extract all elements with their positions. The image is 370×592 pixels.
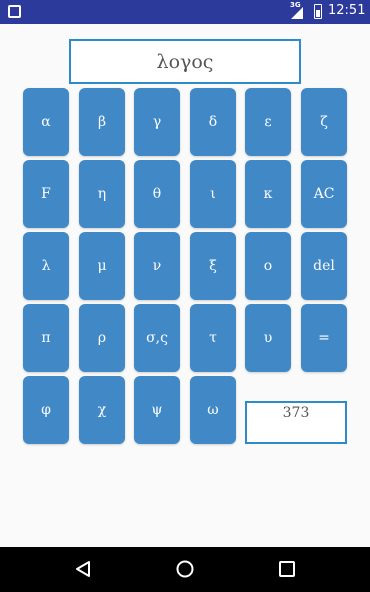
app-notification-icon <box>8 5 21 18</box>
key-iota[interactable]: ι <box>190 160 236 228</box>
key-omicron[interactable]: ο <box>245 232 291 300</box>
battery-icon <box>314 4 322 19</box>
word-display[interactable]: λογος <box>69 39 301 84</box>
equals-button[interactable]: = <box>301 304 347 372</box>
key-kappa[interactable]: κ <box>245 160 291 228</box>
recents-square-icon[interactable] <box>277 559 297 579</box>
key-psi[interactable]: ψ <box>134 376 180 444</box>
delete-button[interactable]: del <box>301 232 347 300</box>
key-nu[interactable]: ν <box>134 232 180 300</box>
key-digamma[interactable]: F <box>23 160 69 228</box>
key-pi[interactable]: π <box>23 304 69 372</box>
key-tau[interactable]: τ <box>190 304 236 372</box>
key-rho[interactable]: ρ <box>79 304 125 372</box>
key-beta[interactable]: β <box>79 88 125 156</box>
key-xi[interactable]: ξ <box>190 232 236 300</box>
key-chi[interactable]: χ <box>79 376 125 444</box>
key-epsilon[interactable]: ε <box>245 88 291 156</box>
key-delta[interactable]: δ <box>190 88 236 156</box>
key-upsilon[interactable]: υ <box>245 304 291 372</box>
clear-all-button[interactable]: AC <box>301 160 347 228</box>
result-display: 373 <box>245 401 347 444</box>
signal-icon <box>291 7 303 19</box>
key-mu[interactable]: μ <box>79 232 125 300</box>
navigation-bar <box>0 547 370 592</box>
status-clock: 12:51 <box>328 3 366 18</box>
key-alpha[interactable]: α <box>23 88 69 156</box>
key-zeta[interactable]: ζ <box>301 88 347 156</box>
key-lambda[interactable]: λ <box>23 232 69 300</box>
key-sigma[interactable]: σ,ς <box>134 304 180 372</box>
back-triangle-icon[interactable] <box>73 559 93 579</box>
key-phi[interactable]: φ <box>23 376 69 444</box>
key-gamma[interactable]: γ <box>134 88 180 156</box>
key-theta[interactable]: θ <box>134 160 180 228</box>
status-bar: 3G 12:51 <box>0 0 370 24</box>
home-circle-icon[interactable] <box>175 559 195 579</box>
key-eta[interactable]: η <box>79 160 125 228</box>
key-omega[interactable]: ω <box>190 376 236 444</box>
